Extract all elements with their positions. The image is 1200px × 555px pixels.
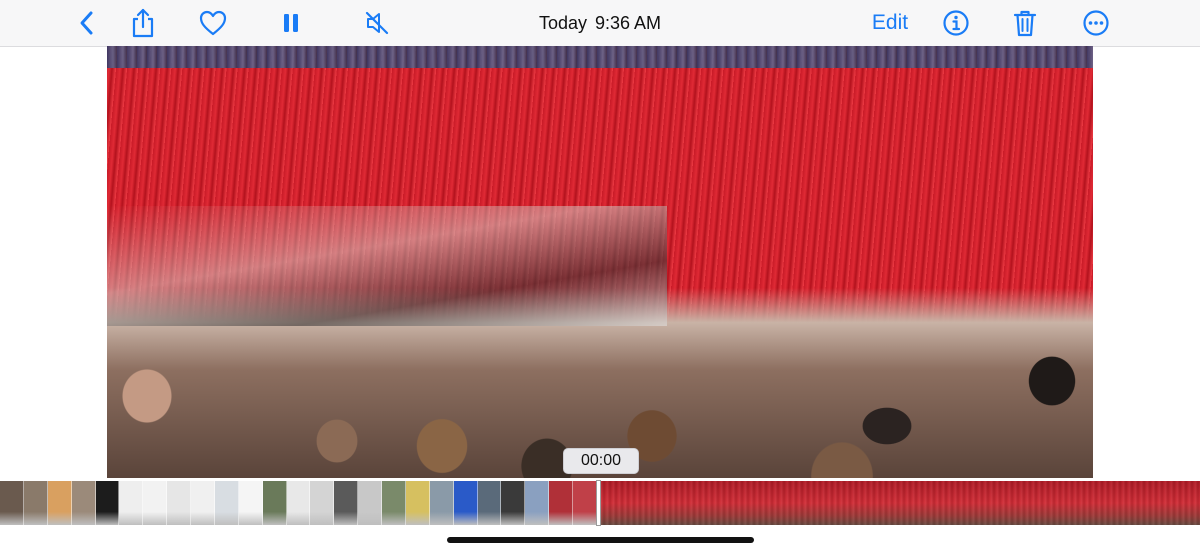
video-frame[interactable] xyxy=(107,46,1093,478)
filmstrip-thumbnail[interactable] xyxy=(167,481,191,525)
filmstrip-thumbnail[interactable] xyxy=(95,481,120,525)
back-chevron-icon xyxy=(80,11,93,35)
share-button[interactable] xyxy=(126,6,160,40)
filmstrip-thumbnail[interactable] xyxy=(405,481,430,525)
share-icon xyxy=(132,8,154,38)
filmstrip-thumbnail[interactable] xyxy=(47,481,72,525)
filmstrip-thumbnail[interactable] xyxy=(573,481,597,525)
filmstrip-thumbnail[interactable] xyxy=(358,481,382,525)
filmstrip-thumbnail[interactable] xyxy=(286,481,311,525)
top-toolbar: Today 9:36 AM Edit xyxy=(0,0,1200,47)
delete-button[interactable] xyxy=(1008,6,1042,40)
arena-railing xyxy=(107,206,667,326)
more-button[interactable] xyxy=(1079,6,1113,40)
pause-button[interactable] xyxy=(274,6,308,40)
edit-button[interactable]: Edit xyxy=(864,8,916,38)
filmstrip-thumbnail[interactable] xyxy=(549,481,573,525)
arena-stands xyxy=(107,46,1093,68)
favorite-button[interactable] xyxy=(196,6,230,40)
time-label: 9:36 AM xyxy=(595,13,662,33)
home-indicator xyxy=(447,537,754,543)
back-button[interactable] xyxy=(70,6,104,40)
date-label: Today xyxy=(538,13,587,33)
page-title: Today 9:36 AM xyxy=(450,10,750,36)
current-video-strip[interactable] xyxy=(601,481,1200,525)
more-icon xyxy=(1083,10,1109,36)
filmstrip-thumbnail[interactable] xyxy=(214,481,239,525)
scrubber-playhead[interactable] xyxy=(597,481,600,525)
filmstrip-thumbnail[interactable] xyxy=(191,481,215,525)
filmstrip-thumbnail[interactable] xyxy=(429,481,454,525)
mute-button[interactable] xyxy=(360,6,394,40)
timecode-badge: 00:00 xyxy=(563,448,639,474)
filmstrip-thumbnail[interactable] xyxy=(453,481,478,525)
filmstrip-thumbnail[interactable] xyxy=(334,481,359,525)
info-icon xyxy=(943,10,969,36)
filmstrip-thumbnail[interactable] xyxy=(71,481,96,525)
filmstrip-thumbnail[interactable] xyxy=(143,481,168,525)
trash-icon xyxy=(1013,10,1037,37)
filmstrip-thumbnail[interactable] xyxy=(119,481,144,525)
filmstrip-thumbnail[interactable] xyxy=(262,481,287,525)
filmstrip-thumbnail[interactable] xyxy=(501,481,526,525)
filmstrip-thumbnail[interactable] xyxy=(382,481,406,525)
heart-icon xyxy=(199,10,227,36)
filmstrip-thumbnail[interactable] xyxy=(525,481,550,525)
filmstrip-thumbnail[interactable] xyxy=(238,481,263,525)
mute-icon xyxy=(365,11,389,35)
filmstrip-thumbnail[interactable] xyxy=(23,481,48,525)
info-button[interactable] xyxy=(939,6,973,40)
filmstrip-thumbnail[interactable] xyxy=(0,481,24,525)
pause-icon xyxy=(284,14,298,32)
filmstrip-thumbnail[interactable] xyxy=(477,481,502,525)
filmstrip-thumbnail[interactable] xyxy=(310,481,335,525)
